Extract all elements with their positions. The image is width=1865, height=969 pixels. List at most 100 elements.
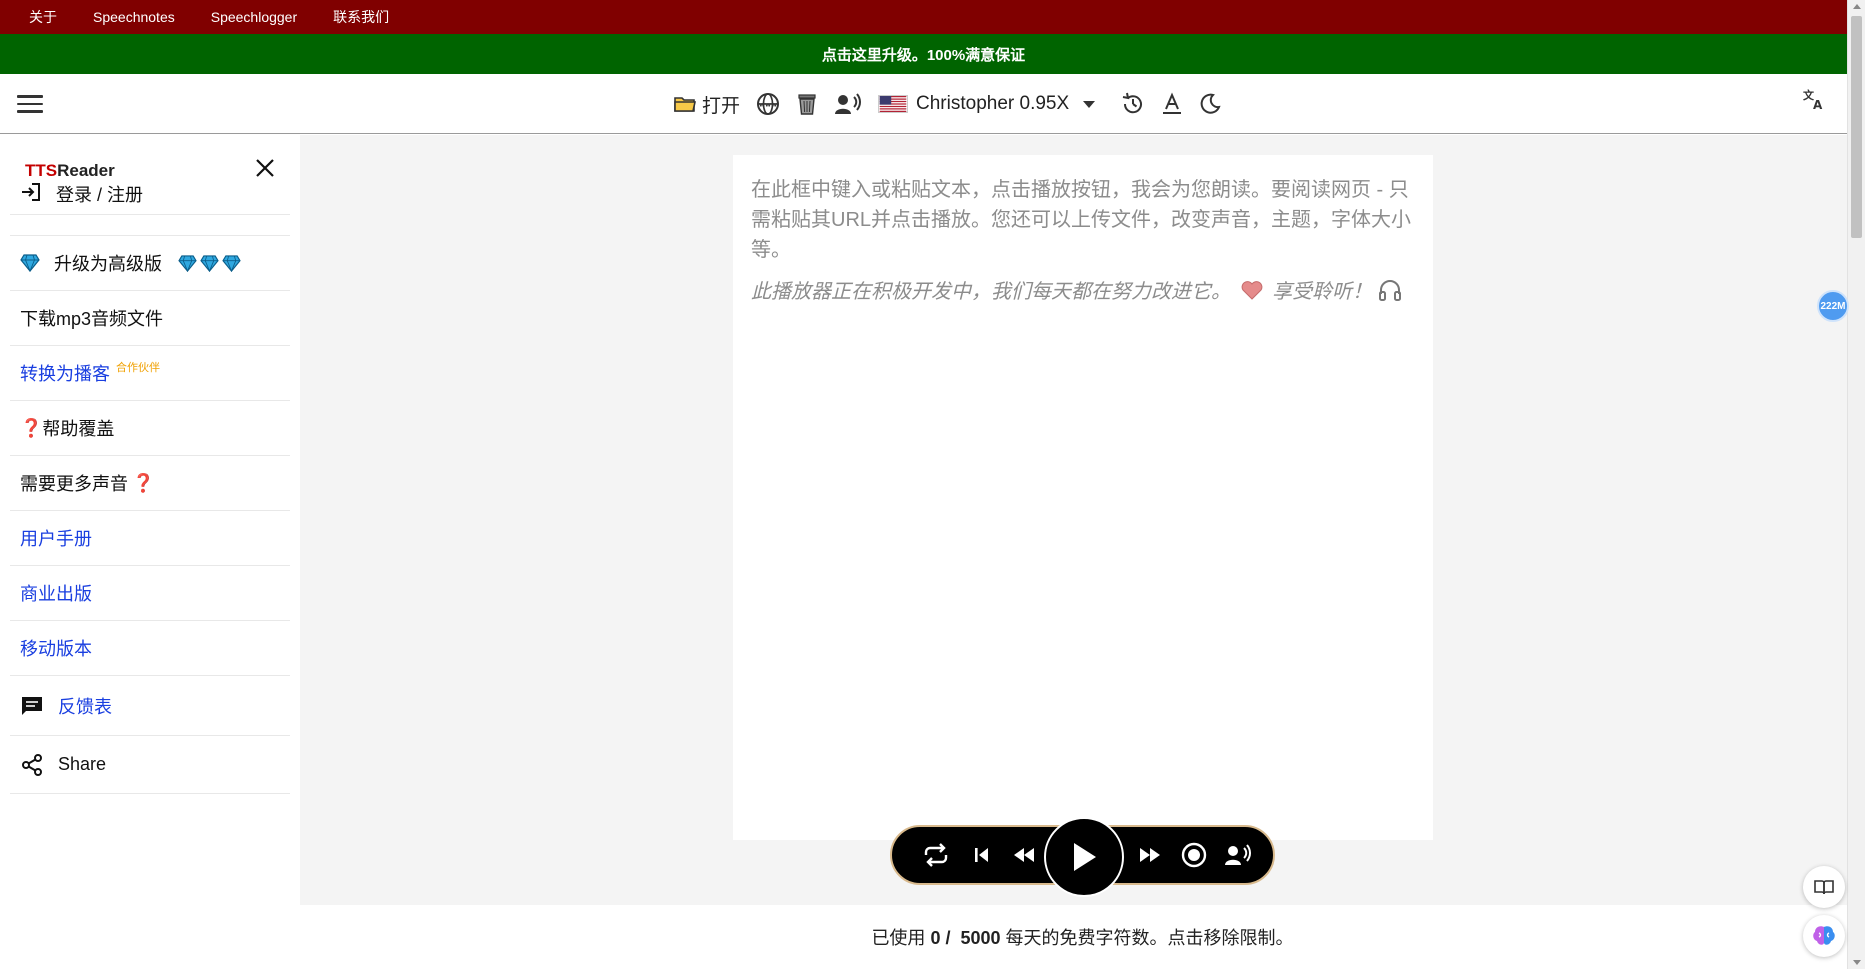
player-controls: [890, 817, 1275, 897]
play-button[interactable]: [1044, 817, 1124, 897]
close-sidebar-button[interactable]: [254, 157, 276, 184]
sidebar-item-share[interactable]: Share: [10, 736, 290, 794]
sidebar-item-user-manual[interactable]: 用户手册: [10, 511, 290, 566]
history-icon: [1122, 92, 1143, 114]
top-nav: 关于 Speechnotes Speechlogger 联系我们: [0, 0, 1847, 34]
dark-mode-icon: [1200, 93, 1221, 114]
rewind-icon: [1014, 848, 1034, 862]
text-editor[interactable]: 在此框中键入或粘贴文本，点击播放按钮，我会为您朗读。要阅读网页 - 只需粘贴其U…: [733, 155, 1433, 840]
sidebar-item-upgrade[interactable]: 升级为高级版: [10, 236, 290, 291]
sidebar-item-label: 转换为播客: [20, 364, 110, 384]
diamond-icon: [222, 254, 241, 272]
repeat-button[interactable]: [916, 827, 956, 883]
chevron-down-icon: [1083, 100, 1096, 108]
record-button[interactable]: [1174, 827, 1214, 883]
fast-forward-icon: [1140, 848, 1160, 862]
sidebar-item-help[interactable]: ❓ 帮助覆盖: [10, 401, 290, 456]
menu-icon[interactable]: [17, 91, 43, 117]
previous-button[interactable]: [962, 827, 1002, 883]
login-icon: [20, 181, 42, 203]
scroll-down-arrow[interactable]: [1853, 960, 1861, 965]
speaker-icon: [835, 93, 862, 114]
sidebar-item-more-voices[interactable]: 需要更多声音 ❓: [10, 456, 290, 511]
font-button[interactable]: [1153, 86, 1191, 122]
rewind-button[interactable]: [1004, 827, 1044, 883]
record-icon: [1181, 842, 1207, 868]
voice-select[interactable]: Christopher 0.95X: [870, 86, 1103, 122]
sidebar-item-login[interactable]: 登录 / 注册: [10, 181, 290, 215]
dark-mode-button[interactable]: [1191, 86, 1229, 122]
book-icon: [1814, 880, 1834, 895]
page-scrollbar[interactable]: [1847, 0, 1865, 969]
brain-icon: [1813, 926, 1835, 945]
headphones-icon: [1378, 280, 1401, 301]
sidebar-brand: TTSReader: [25, 161, 115, 181]
folder-icon: [674, 97, 696, 112]
open-button[interactable]: 打开: [666, 86, 748, 122]
usage-limit: 5000: [960, 928, 1001, 948]
nav-about[interactable]: 关于: [29, 7, 57, 27]
sidebar: TTSReader 登录 / 注册 升级为高级版 下载mp3音频文件 转换为播客…: [0, 135, 300, 969]
sidebar-item-label: 反馈表: [58, 696, 112, 717]
brand-reader: Reader: [57, 161, 115, 180]
sidebar-item-label: 登录 / 注册: [56, 185, 144, 205]
diamond-icons: [178, 254, 241, 272]
open-label: 打开: [702, 95, 741, 117]
web-icon: www: [757, 93, 780, 115]
translate-icon: 文A: [1803, 88, 1823, 112]
skip-previous-icon: [975, 848, 988, 862]
web-button[interactable]: www: [748, 86, 788, 122]
fast-forward-button[interactable]: [1130, 827, 1170, 883]
close-icon: [256, 159, 274, 177]
upgrade-banner-text[interactable]: 点击这里升级。100%满意保证: [822, 44, 1025, 65]
sidebar-item-feedback[interactable]: 反馈表: [10, 676, 290, 736]
enjoy-text: 享受聆听！: [1272, 281, 1373, 303]
sidebar-item-label: 商业出版: [20, 584, 92, 604]
scrollbar-thumb[interactable]: [1851, 16, 1862, 238]
memory-badge[interactable]: 222M: [1817, 290, 1849, 322]
font-icon: [1163, 92, 1182, 114]
upgrade-banner[interactable]: 点击这里升级。100%满意保证: [0, 34, 1847, 74]
nav-contact[interactable]: 联系我们: [333, 7, 389, 27]
sidebar-item-label: 移动版本: [20, 639, 92, 659]
diamond-icon: [200, 254, 219, 272]
sidebar-item-label: Share: [58, 754, 107, 774]
partner-badge: 合作伙伴: [116, 362, 160, 374]
editor-placeholder: 在此框中键入或粘贴文本，点击播放按钮，我会为您朗读。要阅读网页 - 只需粘贴其U…: [751, 179, 1412, 261]
trash-icon: [798, 94, 816, 115]
sidebar-item-download-mp3[interactable]: 下载mp3音频文件: [10, 291, 290, 346]
trash-button[interactable]: [788, 86, 826, 122]
ai-assistant-button[interactable]: [1803, 915, 1845, 957]
svg-text:A: A: [1813, 98, 1823, 110]
play-icon: [1074, 843, 1096, 871]
sidebar-item-podcast[interactable]: 转换为播客 合作伙伴: [10, 346, 290, 401]
usage-suffix: 每天的免费字符数。点击移除限制。: [1005, 928, 1294, 948]
reader-mode-button[interactable]: [1803, 866, 1845, 908]
sleep-timer-button[interactable]: [1113, 86, 1153, 122]
translate-button[interactable]: 文A: [1803, 88, 1825, 115]
voice-button[interactable]: [826, 86, 870, 122]
sidebar-item-label: 升级为高级版: [54, 254, 162, 274]
nav-speechlogger[interactable]: Speechlogger: [211, 9, 297, 25]
sidebar-item-mobile[interactable]: 移动版本: [10, 621, 290, 676]
usage-used: 0 /: [930, 928, 951, 948]
toolbar-center: 打开 www Christopher 0.95X: [666, 74, 1229, 134]
speaker-icon: [1225, 844, 1251, 865]
us-flag-icon: [878, 95, 909, 113]
sidebar-item-label: 用户手册: [20, 529, 92, 549]
nav-speechnotes[interactable]: Speechnotes: [93, 9, 175, 25]
editor-placeholder-note: 此播放器正在积极开发中，我们每天都在努力改进它。 享受聆听！: [751, 277, 1415, 307]
sidebar-list: 登录 / 注册 升级为高级版 下载mp3音频文件 转换为播客 合作伙伴 ❓ 帮助…: [10, 183, 290, 794]
svg-text:www: www: [759, 101, 777, 109]
scroll-up-arrow[interactable]: [1853, 4, 1861, 9]
question-icon: ❓: [20, 417, 43, 438]
usage-text[interactable]: 已使用 0 / 5000 每天的免费字符数。点击移除限制。: [0, 924, 1865, 950]
brand-tts: TTS: [25, 161, 58, 180]
diamond-icon: [178, 254, 197, 272]
voice-settings-button[interactable]: [1216, 827, 1260, 883]
question-icon: ❓: [132, 472, 155, 493]
toolbar: 打开 www Christopher 0.95X 文 A: [0, 74, 1847, 134]
sidebar-item-label: 下载mp3音频文件: [20, 309, 164, 329]
sidebar-item-publishing[interactable]: 商业出版: [10, 566, 290, 621]
feedback-icon: [20, 695, 44, 717]
